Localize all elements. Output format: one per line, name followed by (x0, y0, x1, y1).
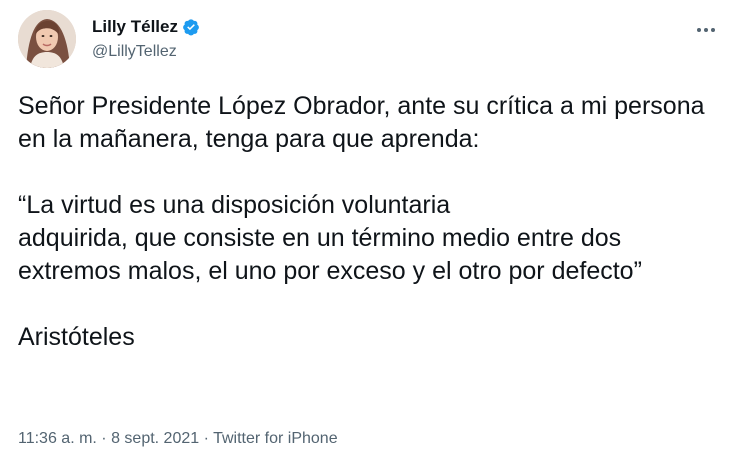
user-handle[interactable]: @LillyTellez (92, 41, 200, 63)
more-options-icon[interactable] (692, 20, 720, 40)
tweet-header: Lilly Téllez @LillyTellez (18, 10, 724, 74)
author-info: Lilly Téllez @LillyTellez (92, 16, 200, 63)
tweet-time[interactable]: 11:36 a. m. (18, 430, 97, 447)
tweet-card: Lilly Téllez @LillyTellez Señor Presiden… (0, 0, 742, 464)
avatar-image (18, 10, 76, 68)
tweet-paragraph-1: Señor Presidente López Obrador, ante su … (18, 92, 705, 153)
tweet-text: Señor Presidente López Obrador, ante su … (18, 90, 730, 354)
display-name[interactable]: Lilly Téllez (92, 16, 178, 38)
name-row: Lilly Téllez (92, 16, 200, 38)
verified-badge-icon (182, 18, 200, 36)
tweet-source[interactable]: Twitter for iPhone (213, 430, 338, 447)
meta-separator: · (199, 430, 214, 447)
tweet-meta: 11:36 a. m. · 8 sept. 2021 · Twitter for… (18, 428, 338, 450)
avatar[interactable] (18, 10, 76, 68)
tweet-paragraph-2: “La virtud es una disposición voluntaria… (18, 191, 642, 285)
tweet-date[interactable]: 8 sept. 2021 (111, 430, 199, 447)
tweet-paragraph-3: Aristóteles (18, 323, 135, 351)
meta-separator: · (96, 430, 112, 447)
